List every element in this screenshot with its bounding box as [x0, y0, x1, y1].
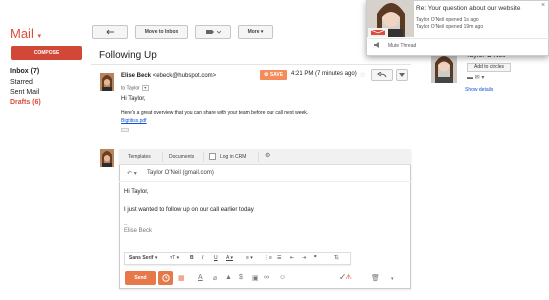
signature: Elise Beck	[124, 228, 153, 234]
message-sender: Elise Beck <ebeck@hubspot.com>	[121, 73, 216, 79]
save-label: SAVE	[269, 72, 284, 78]
back-button[interactable]	[92, 25, 128, 39]
underline-icon[interactable]: U	[214, 255, 218, 261]
font-size-icon[interactable]: тT ▾	[170, 255, 179, 261]
hubspot-save-badge[interactable]: ⚙ SAVE	[260, 70, 287, 80]
reply-avatar	[100, 149, 114, 167]
reply-button[interactable]	[371, 69, 393, 81]
message-greeting: Hi Taylor,	[121, 96, 146, 102]
mute-thread-button[interactable]: Mute Thread	[388, 43, 416, 49]
emoji-icon[interactable]: ☺	[279, 274, 286, 281]
send-later-button[interactable]	[158, 271, 173, 285]
thread-subject: Following Up	[99, 50, 157, 61]
gear-icon[interactable]: ⚙	[265, 152, 270, 159]
chevron-down-icon[interactable]: ▾	[481, 75, 484, 81]
separator	[203, 152, 204, 162]
money-icon[interactable]: $	[239, 274, 243, 281]
add-to-circles-button[interactable]: Add to circles	[467, 63, 511, 72]
sidebar-item-sent-mail[interactable]: Sent Mail	[10, 89, 39, 96]
sprocket-icon: ⚙	[263, 72, 269, 78]
photo-icon[interactable]: ▣	[252, 274, 259, 282]
compose-button[interactable]: COMPOSE	[11, 46, 82, 60]
sender-email: <ebeck@hubspot.com>	[152, 73, 217, 79]
divider	[119, 181, 411, 182]
sidebar-item-starred[interactable]: Starred	[10, 79, 33, 86]
text-color-icon[interactable]: A ▾	[226, 255, 233, 261]
mail-icon[interactable]: ✉	[475, 75, 480, 81]
compose-body[interactable]: I just wanted to follow up on our call e…	[124, 207, 254, 213]
log-in-crm-label: Log in CRM	[220, 154, 247, 160]
divider	[366, 38, 549, 39]
sidebar-item-drafts[interactable]: Drafts (6)	[10, 99, 41, 106]
label-icon	[206, 30, 221, 34]
indent-less-icon[interactable]: ⇤	[290, 255, 294, 261]
divider	[91, 64, 411, 65]
close-icon[interactable]: ×	[541, 2, 545, 9]
more-options-icon[interactable]: ▾	[391, 276, 394, 282]
attach-icon[interactable]: ⌀	[213, 274, 217, 282]
tracking-icon[interactable]: ✓ᗑ	[340, 274, 352, 282]
templates-button[interactable]: Templates	[128, 152, 151, 162]
star-icon[interactable]: ☆	[359, 70, 366, 79]
font-label: Sans Serif	[129, 255, 154, 261]
indent-more-icon[interactable]: ⇥	[302, 255, 306, 261]
notification-line: Taylor O'Neil opened 19m ago	[416, 24, 484, 30]
font-family-select[interactable]: Sans Serif ▾	[129, 255, 157, 261]
back-arrow-icon	[106, 29, 114, 35]
separator	[162, 152, 163, 162]
sender-avatar	[100, 73, 114, 91]
message-body: Here's a great overview that you can sha…	[121, 110, 309, 116]
bold-icon[interactable]: B	[190, 255, 194, 261]
link-icon[interactable]: ∞	[264, 274, 269, 281]
bulleted-list-icon[interactable]: ☰	[277, 255, 281, 261]
more-label: More	[247, 29, 260, 35]
chevron-down-icon: ▾	[37, 33, 41, 40]
sender-name: Elise Beck	[121, 73, 152, 79]
sidebar-item-inbox[interactable]: Inbox (7)	[10, 68, 39, 75]
contact-actions: ▬ ✉ ▾	[467, 74, 484, 81]
more-button[interactable]: More ▾	[238, 25, 273, 39]
notification-line: Taylor O'Neil opened 1s ago	[416, 17, 479, 23]
trash-icon[interactable]: 🗑	[371, 274, 380, 282]
formatting-options-icon[interactable]: A	[198, 274, 203, 281]
quote-icon[interactable]: ❞	[314, 255, 317, 261]
send-button[interactable]: Send	[125, 271, 156, 285]
log-in-crm-checkbox[interactable]	[209, 153, 216, 160]
clock-icon	[161, 274, 170, 282]
message-time: 4:21 PM (7 minutes ago)	[291, 71, 357, 77]
video-icon[interactable]: ▬	[467, 75, 473, 81]
italic-icon[interactable]: I	[202, 255, 203, 261]
calendar-icon[interactable]: ▦	[178, 274, 185, 282]
notification-title: Re: Your question about our website	[416, 5, 521, 12]
mail-brand-menu[interactable]: Mail ▾	[10, 26, 41, 41]
message-recipients: to Taylor ▾	[121, 85, 149, 91]
remove-formatting-icon[interactable]: T̸ₓ	[334, 255, 339, 261]
compose-greeting[interactable]: Hi Taylor,	[124, 189, 149, 195]
numbered-list-icon[interactable]: ⋮≡	[264, 255, 272, 261]
mute-icon[interactable]	[374, 42, 380, 48]
chevron-down-icon	[399, 73, 405, 77]
recipient-field[interactable]: Taylor O'Neil (gmail.com)	[147, 170, 214, 176]
labels-button[interactable]	[195, 25, 231, 39]
reply-type-dropdown[interactable]: ↶ ▾	[127, 170, 137, 177]
notification-avatar	[367, 0, 414, 37]
to-line: to Taylor	[121, 85, 140, 92]
show-details-link[interactable]: Show details	[465, 87, 493, 93]
brand-label: Mail	[10, 26, 34, 41]
separator	[258, 152, 259, 162]
message-more-button[interactable]	[396, 69, 408, 81]
drive-icon[interactable]: ▲	[225, 274, 232, 281]
move-to-inbox-button[interactable]: Move to Inbox	[135, 25, 188, 39]
details-caret-icon[interactable]: ▾	[141, 85, 149, 91]
align-icon[interactable]: ≡ ▾	[246, 255, 253, 261]
reply-icon	[377, 72, 387, 78]
attachment-link[interactable]: Bigtitiss.pdf	[121, 118, 147, 124]
documents-button[interactable]: Documents	[169, 152, 194, 162]
show-trimmed-content-button[interactable]	[121, 128, 129, 132]
